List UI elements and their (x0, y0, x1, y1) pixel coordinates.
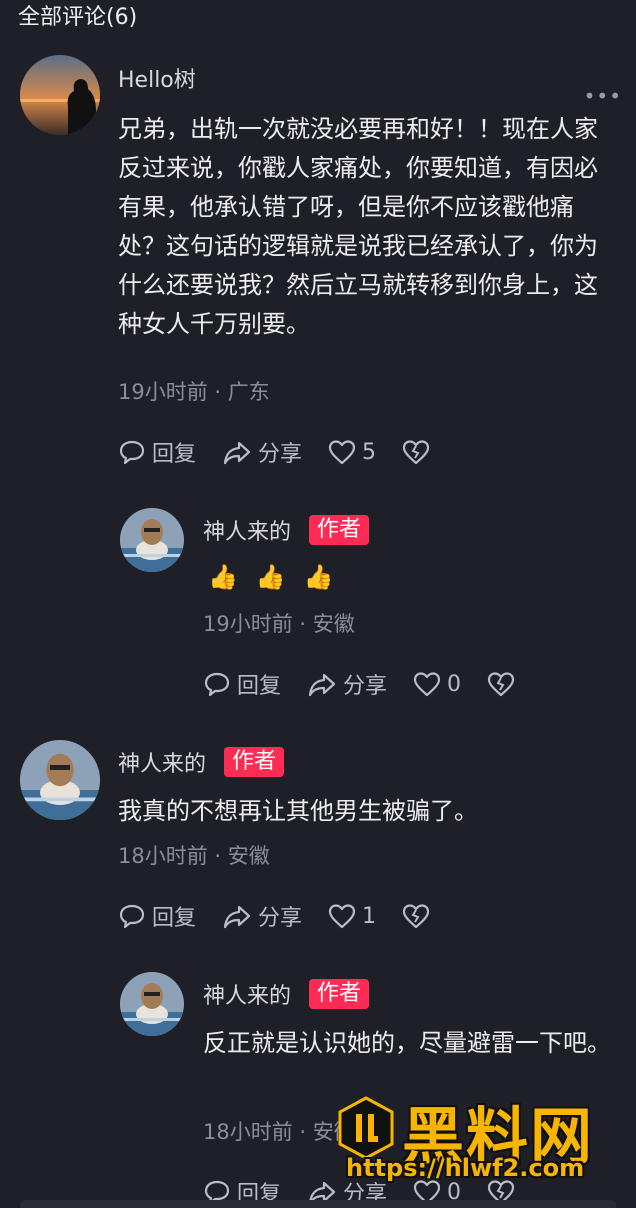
share-icon (223, 441, 251, 465)
avatar[interactable] (120, 508, 184, 572)
bald-man-avatar-image (20, 740, 100, 820)
like-count: 5 (362, 439, 377, 465)
heart-icon (328, 904, 356, 929)
comments-header: 全部评论(6) (18, 5, 138, 30)
comment-author[interactable]: Hello树 (118, 62, 196, 94)
comment-text: 反正就是认识她的，尽量避雷一下吧。 (203, 1029, 611, 1057)
reply-icon (204, 672, 230, 697)
comment-author[interactable]: 神人来的 (203, 978, 291, 1010)
share-label: 分享 (258, 906, 303, 931)
comment-text: 兄弟，出轨一次就没必要再和好！！现在人家反过来说，你戳人家痛处，你要知道，有因必… (118, 115, 598, 338)
avatar[interactable] (20, 55, 100, 135)
bottom-input-bar[interactable] (20, 1200, 616, 1208)
share-button[interactable]: 分享 (222, 436, 302, 468)
share-icon (223, 905, 251, 929)
comment-text: 我真的不想再让其他男生被骗了。 (118, 797, 478, 825)
share-label: 分享 (258, 442, 303, 467)
comment-author[interactable]: 神人来的 (203, 514, 291, 546)
bald-man-avatar-image (120, 508, 184, 572)
dislike-button[interactable] (402, 903, 436, 929)
sunset-avatar-image (20, 55, 100, 135)
share-button[interactable]: 分享 (222, 900, 302, 932)
reply-icon (119, 904, 145, 929)
author-badge: 作者 (224, 747, 285, 777)
comment-meta: 19小时前 · 安徽 (203, 612, 355, 636)
reply-button[interactable]: 回复 (203, 668, 281, 700)
author-badge: 作者 (309, 515, 370, 545)
reply-label: 回复 (237, 674, 282, 699)
reply-button[interactable]: 回复 (118, 900, 196, 932)
dislike-button[interactable] (402, 439, 436, 465)
comment-author[interactable]: 神人来的 (118, 746, 206, 778)
reply-label: 回复 (152, 442, 197, 467)
dislike-button[interactable] (487, 671, 521, 697)
more-options-icon[interactable]: ••• (584, 84, 622, 108)
thumbs-up-icon: 👍 (208, 563, 238, 591)
share-icon (308, 673, 336, 697)
avatar[interactable] (20, 740, 100, 820)
broken-heart-icon (487, 672, 515, 697)
reply-icon (119, 440, 145, 465)
heart-icon (328, 440, 356, 465)
like-button[interactable]: 0 (413, 671, 461, 697)
comments-panel: 全部评论(6) Hello树 ••• 兄弟，出轨一次就没必要再和好！！现在人家反… (0, 0, 636, 1208)
reply-label: 回复 (152, 906, 197, 931)
author-badge: 作者 (309, 979, 370, 1009)
bald-man-avatar-image (120, 972, 184, 1036)
broken-heart-icon (402, 440, 430, 465)
like-count: 0 (447, 671, 462, 697)
like-count: 1 (362, 903, 377, 929)
thumbs-up-icon: 👍 (255, 563, 286, 591)
watermark: 黑料网 https://hlwf2.com (332, 1092, 632, 1192)
comment-meta: 18小时前 · 安徽 (118, 844, 270, 868)
comment-meta: 19小时前 · 广东 (118, 380, 270, 404)
watermark-logo-icon (338, 1096, 394, 1160)
watermark-url: https://hlwf2.com (346, 1154, 585, 1182)
share-button[interactable]: 分享 (307, 668, 387, 700)
like-button[interactable]: 5 (328, 439, 376, 465)
share-label: 分享 (343, 674, 388, 699)
heart-icon (413, 672, 441, 697)
reply-button[interactable]: 回复 (118, 436, 196, 468)
thumbs-up-icon: 👍 (303, 563, 334, 591)
avatar[interactable] (120, 972, 184, 1036)
like-button[interactable]: 1 (328, 903, 376, 929)
broken-heart-icon (402, 904, 430, 929)
